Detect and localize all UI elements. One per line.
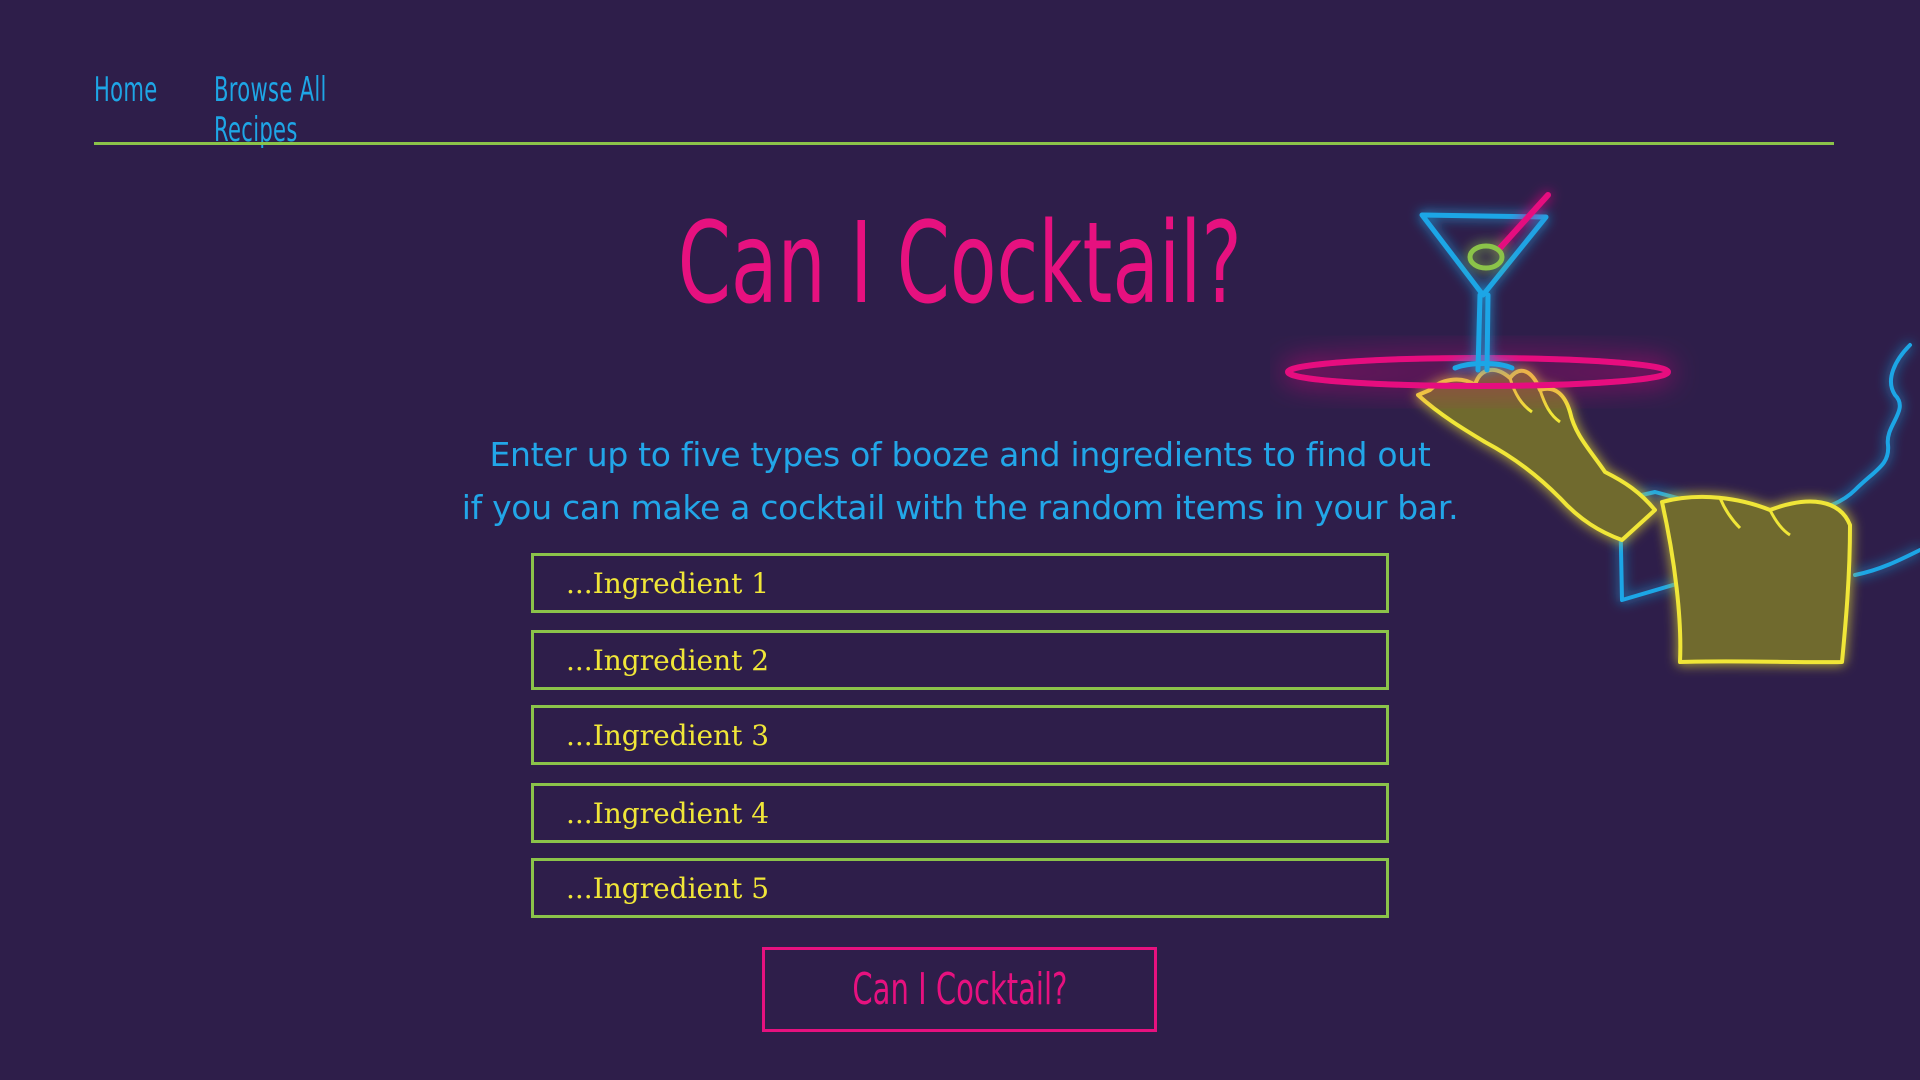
page-title-text: Can I Cocktail? [677, 199, 1243, 329]
nav-divider [94, 142, 1834, 145]
ingredient-input-1[interactable] [531, 553, 1389, 613]
nav-home-link[interactable]: Home [94, 70, 157, 110]
top-nav: Home Browse All Recipes [94, 70, 454, 150]
ingredient-form [531, 553, 1389, 918]
ingredient-input-2[interactable] [531, 630, 1389, 690]
submit-button-label: Can I Cocktail? [851, 964, 1068, 1015]
neon-waiter-martini-icon [1285, 192, 1920, 665]
ingredient-input-3[interactable] [531, 705, 1389, 765]
nav-browse-recipes-link[interactable]: Browse All Recipes [214, 70, 363, 150]
can-i-cocktail-button[interactable]: Can I Cocktail? [762, 947, 1157, 1032]
ingredient-input-5[interactable] [531, 858, 1389, 918]
ingredient-input-4[interactable] [531, 783, 1389, 843]
